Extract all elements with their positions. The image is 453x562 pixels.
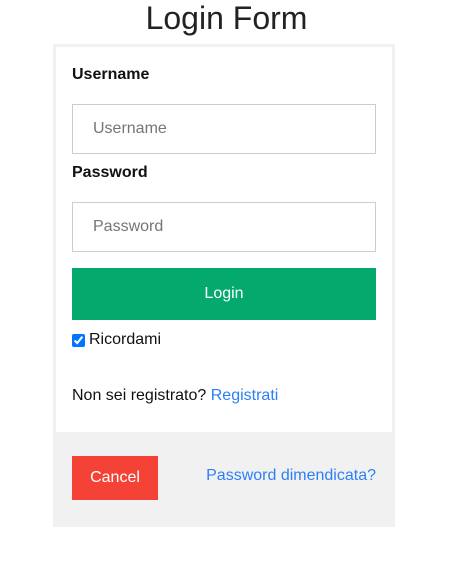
forgot-password-link[interactable]: Password dimendicata? [206,466,376,486]
remember-checkbox[interactable] [72,333,85,347]
register-prompt: Non sei registrato? Registrati [72,386,278,406]
register-link[interactable]: Registrati [211,387,279,404]
password-label: Password [72,164,148,181]
remember-me[interactable]: Ricordami [72,330,161,350]
page-title: Login Form [145,0,308,36]
register-text: Non sei registrato? [72,387,211,404]
remember-label: Ricordami [89,331,162,348]
username-label: Username [72,66,150,83]
cancel-button[interactable]: Cancel [72,456,158,500]
username-input[interactable] [72,104,376,154]
password-input[interactable] [72,202,376,252]
login-button[interactable]: Login [72,268,376,320]
